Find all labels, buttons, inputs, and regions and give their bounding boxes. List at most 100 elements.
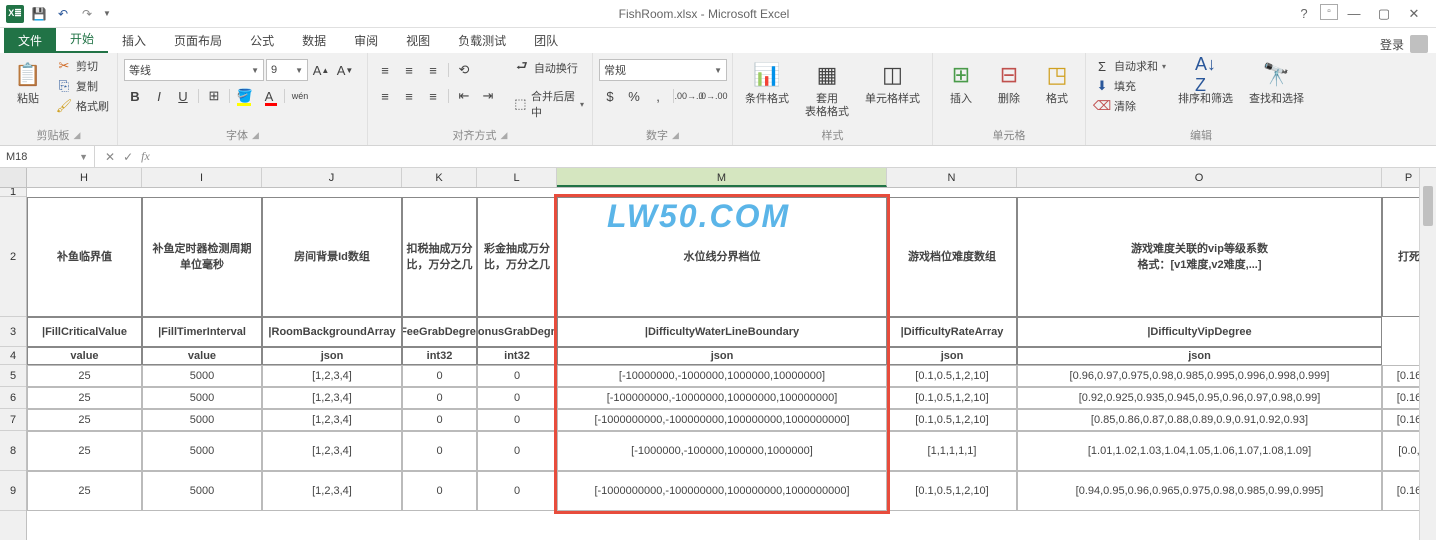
ribbon-options-button[interactable]: ▫ (1320, 4, 1338, 20)
row-header-1[interactable]: 1 (0, 188, 26, 197)
restore-button[interactable]: ▢ (1370, 4, 1398, 24)
increase-decimal-button[interactable]: .00→.0 (678, 85, 700, 107)
cell-O8[interactable]: [1.01,1.02,1.03,1.04,1.05,1.06,1.07,1.08… (1017, 431, 1382, 471)
dialog-launcher-icon[interactable]: ◢ (501, 130, 508, 141)
cell-O3[interactable]: |DifficultyVipDegree (1017, 317, 1382, 347)
find-select-button[interactable]: 🔭查找和选择 (1243, 55, 1310, 110)
paste-button[interactable]: 📋 粘贴 (6, 55, 50, 110)
wrap-text-button[interactable]: ⮐自动换行 (512, 59, 586, 77)
tab-layout[interactable]: 页面布局 (160, 28, 236, 53)
cell-O7[interactable]: [0.85,0.86,0.87,0.88,0.89,0.9,0.91,0.92,… (1017, 409, 1382, 431)
decrease-font-button[interactable]: A▼ (334, 59, 356, 81)
header-cell-I[interactable]: 补鱼定时器检测周期 单位毫秒 (142, 197, 262, 317)
font-size-dropdown[interactable]: 9▼ (266, 59, 308, 81)
tab-data[interactable]: 数据 (288, 28, 340, 53)
align-middle-button[interactable]: ≡ (398, 59, 420, 81)
name-box[interactable]: M18▼ (0, 146, 95, 167)
cell-I3[interactable]: |FillTimerInterval (142, 317, 262, 347)
cell-N7[interactable]: [0.1,0.5,1,2,10] (887, 409, 1017, 431)
header-cell-M[interactable]: 水位线分界档位 (557, 197, 887, 317)
close-button[interactable]: ✕ (1400, 4, 1428, 24)
cell-N6[interactable]: [0.1,0.5,1,2,10] (887, 387, 1017, 409)
cell-H8[interactable]: 25 (27, 431, 142, 471)
avatar-icon[interactable] (1410, 35, 1428, 53)
merge-center-button[interactable]: ⬚合并后居中▾ (512, 87, 586, 121)
cell-K9[interactable]: 0 (402, 471, 477, 511)
cell-I7[interactable]: 5000 (142, 409, 262, 431)
align-center-button[interactable]: ≡ (398, 85, 420, 107)
increase-font-button[interactable]: A▲ (310, 59, 332, 81)
cell-I9[interactable]: 5000 (142, 471, 262, 511)
cell-K8[interactable]: 0 (402, 431, 477, 471)
cell-K6[interactable]: 0 (402, 387, 477, 409)
insert-cells-button[interactable]: ⊞插入 (939, 55, 983, 110)
cell-L8[interactable]: 0 (477, 431, 557, 471)
cell-K5[interactable]: 0 (402, 365, 477, 387)
col-header-O[interactable]: O (1017, 168, 1382, 187)
header-cell-J[interactable]: 房间背景Id数组 (262, 197, 402, 317)
qat-customize[interactable]: ▼ (100, 3, 114, 25)
header-cell-H[interactable]: 补鱼临界值 (27, 197, 142, 317)
underline-button[interactable]: U (172, 85, 194, 107)
row-header-2[interactable]: 2 (0, 197, 26, 317)
format-cells-button[interactable]: ◳格式 (1035, 55, 1079, 110)
fill-button[interactable]: ⬇填充 (1092, 77, 1168, 95)
cell-H4[interactable]: value (27, 347, 142, 365)
bold-button[interactable]: B (124, 85, 146, 107)
col-header-N[interactable]: N (887, 168, 1017, 187)
align-right-button[interactable]: ≡ (422, 85, 444, 107)
cell-K4[interactable]: int32 (402, 347, 477, 365)
orientation-button[interactable]: ⟲ (453, 59, 475, 81)
col-header-J[interactable]: J (262, 168, 402, 187)
cell-O5[interactable]: [0.96,0.97,0.975,0.98,0.985,0.995,0.996,… (1017, 365, 1382, 387)
decrease-indent-button[interactable]: ⇤ (453, 85, 475, 107)
fill-color-button[interactable]: 🪣 (234, 85, 256, 107)
cell-L4[interactable]: int32 (477, 347, 557, 365)
cell-O6[interactable]: [0.92,0.925,0.935,0.945,0.95,0.96,0.97,0… (1017, 387, 1382, 409)
cell-O9[interactable]: [0.94,0.95,0.96,0.965,0.975,0.98,0.985,0… (1017, 471, 1382, 511)
cell-J9[interactable]: [1,2,3,4] (262, 471, 402, 511)
cell-N9[interactable]: [0.1,0.5,1,2,10] (887, 471, 1017, 511)
tab-team[interactable]: 团队 (520, 28, 572, 53)
copy-button[interactable]: ⎘复制 (54, 77, 111, 95)
scroll-thumb[interactable] (1423, 186, 1433, 226)
tab-loadtest[interactable]: 负载测试 (444, 28, 520, 53)
login-link[interactable]: 登录 (1380, 36, 1404, 53)
font-color-button[interactable]: A (258, 85, 280, 107)
cell-style-button[interactable]: ◫单元格样式 (859, 55, 926, 110)
dialog-launcher-icon[interactable]: ◢ (252, 130, 259, 141)
cell-J6[interactable]: [1,2,3,4] (262, 387, 402, 409)
cell-M9[interactable]: [-1000000000,-100000000,100000000,100000… (557, 471, 887, 511)
worksheet[interactable]: HIJKLMNOP 123456789 LW50.COM 补鱼临界值补鱼定时器检… (0, 168, 1436, 540)
col-header-L[interactable]: L (477, 168, 557, 187)
row-header-4[interactable]: 4 (0, 347, 26, 365)
cell-H3[interactable]: |FillCriticalValue (27, 317, 142, 347)
help-button[interactable]: ? (1290, 4, 1318, 24)
dialog-launcher-icon[interactable]: ◢ (672, 130, 679, 141)
cell-J4[interactable]: json (262, 347, 402, 365)
col-header-I[interactable]: I (142, 168, 262, 187)
row-header-6[interactable]: 6 (0, 387, 26, 409)
cell-N5[interactable]: [0.1,0.5,1,2,10] (887, 365, 1017, 387)
cell-M7[interactable]: [-1000000000,-100000000,100000000,100000… (557, 409, 887, 431)
cell-N3[interactable]: |DifficultyRateArray (887, 317, 1017, 347)
header-cell-K[interactable]: 扣税抽成万分比，万分之几 (402, 197, 477, 317)
undo-button[interactable]: ↶ (52, 3, 74, 25)
align-left-button[interactable]: ≡ (374, 85, 396, 107)
enter-formula-button[interactable]: ✓ (119, 150, 137, 164)
cell-H5[interactable]: 25 (27, 365, 142, 387)
cell-J8[interactable]: [1,2,3,4] (262, 431, 402, 471)
tab-insert[interactable]: 插入 (108, 28, 160, 53)
select-all-button[interactable] (0, 168, 27, 187)
col-header-H[interactable]: H (27, 168, 142, 187)
col-header-M[interactable]: M (557, 168, 887, 187)
cell-M8[interactable]: [-1000000,-100000,100000,1000000] (557, 431, 887, 471)
align-top-button[interactable]: ≡ (374, 59, 396, 81)
conditional-format-button[interactable]: 📊条件格式 (739, 55, 795, 110)
redo-button[interactable]: ↷ (76, 3, 98, 25)
accounting-button[interactable]: $ (599, 85, 621, 107)
italic-button[interactable]: I (148, 85, 170, 107)
dialog-launcher-icon[interactable]: ◢ (74, 130, 81, 141)
format-painter-button[interactable]: 🖌格式刷 (54, 97, 111, 115)
clear-button[interactable]: ⌫清除 (1092, 97, 1168, 115)
